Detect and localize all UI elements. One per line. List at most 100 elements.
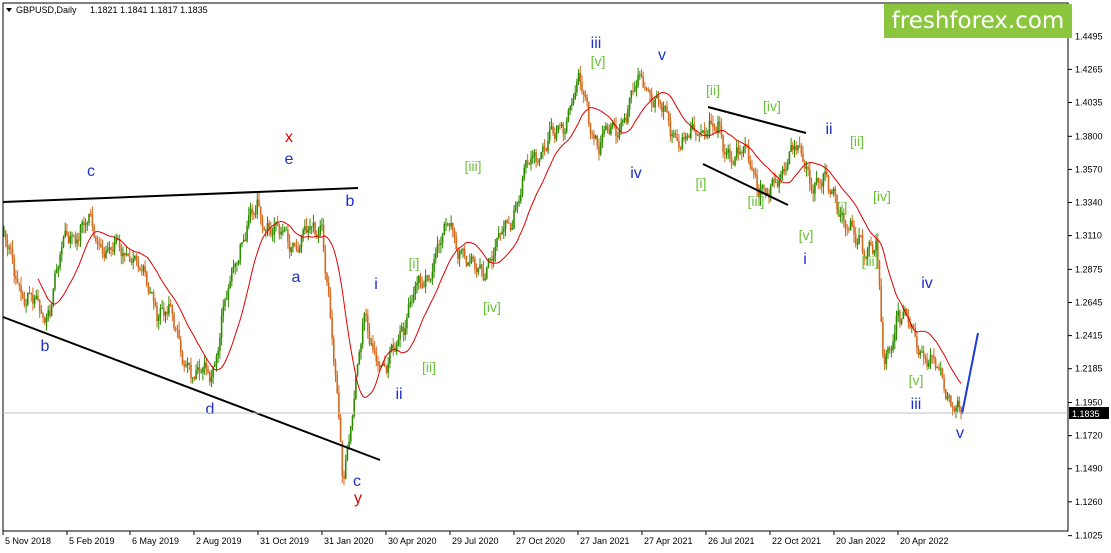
candle-body — [361, 322, 364, 345]
candle-body — [74, 235, 77, 244]
dropdown-triangle-icon[interactable] — [6, 8, 12, 12]
candle-body — [790, 145, 792, 152]
candle-body — [407, 304, 410, 318]
candle-body — [443, 224, 446, 235]
candle-body — [101, 246, 104, 254]
candle-body — [734, 157, 736, 166]
candle-body — [671, 134, 673, 137]
time-tick-label: 27 Oct 2020 — [516, 536, 565, 546]
candle-body — [681, 137, 684, 150]
candle-body — [781, 168, 784, 175]
price-tick-label: 1.1720 — [1075, 431, 1103, 441]
brand-logo[interactable]: freshforex.com — [884, 4, 1072, 38]
candle-body — [112, 249, 114, 252]
candle-body — [547, 140, 549, 152]
candle-body — [253, 213, 255, 215]
candle-body — [477, 268, 480, 273]
candle-body — [853, 225, 855, 235]
candle-body — [106, 249, 109, 251]
candle-body — [220, 315, 223, 338]
candle-body — [666, 106, 668, 113]
brand-logo-text: freshforex.com — [891, 8, 1065, 34]
price-tick-label: 1.2875 — [1075, 264, 1103, 274]
candle-body — [446, 223, 449, 225]
wave-label: i — [803, 251, 807, 268]
candle-body — [696, 135, 699, 137]
candle-body — [752, 169, 755, 173]
price-chart: cxebabdcyiii[i][ii][iii][iv]iii[v]ivv[ii… — [2, 2, 1109, 546]
time-tick-label: 5 Nov 2018 — [5, 536, 51, 546]
candle-body — [822, 173, 825, 187]
candle-body — [259, 206, 262, 217]
wave-label: iv — [921, 275, 933, 292]
candle-body — [846, 228, 848, 230]
candle-body — [25, 304, 27, 306]
candle-body — [737, 147, 740, 154]
candle-body — [727, 149, 729, 153]
candle-body — [285, 229, 287, 231]
candle-body — [950, 395, 952, 407]
candle-body — [164, 311, 167, 316]
candle-body — [511, 228, 514, 231]
time-tick-label: 29 Jul 2020 — [452, 536, 499, 546]
candle-body — [61, 246, 63, 255]
candle-body — [644, 87, 646, 89]
candle-body — [537, 161, 539, 163]
candle-body — [622, 120, 624, 123]
candle-body — [66, 230, 68, 236]
triangle-upper-line — [2, 187, 359, 203]
candle-body — [50, 305, 53, 316]
time-tick-label: 30 Apr 2020 — [388, 536, 437, 546]
time-tick-label: 26 Jul 2021 — [708, 536, 755, 546]
candle-body — [951, 406, 954, 408]
candle-body — [707, 133, 709, 135]
candle-body — [523, 167, 525, 179]
candle-body — [69, 236, 72, 243]
candle-body — [899, 310, 901, 324]
candle-body — [84, 224, 87, 226]
candle-body — [207, 368, 209, 373]
candle-body — [472, 256, 474, 259]
candle-body — [343, 475, 345, 479]
candle-body — [23, 298, 26, 305]
candle-body — [916, 336, 918, 349]
candle-body — [435, 252, 437, 259]
candle-body — [40, 310, 43, 314]
candle-body — [438, 244, 440, 246]
candle-body — [560, 124, 563, 126]
wave-label: b — [41, 338, 50, 355]
candle-body — [509, 223, 512, 231]
candle-body — [15, 275, 17, 279]
candle-body — [412, 294, 415, 302]
candle-body — [404, 328, 406, 336]
candle-body — [593, 134, 595, 139]
wave-label: a — [292, 269, 301, 286]
candle-body — [712, 123, 714, 127]
candle-body — [596, 135, 599, 147]
candle-body — [888, 347, 891, 351]
candle-body — [538, 159, 541, 163]
candle-body — [890, 349, 893, 351]
candle-body — [193, 377, 196, 379]
wave-label: x — [285, 129, 293, 146]
candle-body — [178, 330, 180, 340]
candle-body — [735, 147, 738, 158]
candle-body — [174, 327, 177, 330]
candle-body — [941, 368, 944, 379]
candle-body — [722, 135, 724, 152]
candle-body — [829, 190, 831, 194]
price-axis: 1.4495 1.4265 1.4035 1.3800 1.3570 1.3340 1.31… — [1068, 31, 1103, 541]
candle-body — [409, 301, 412, 305]
candle-body — [200, 372, 202, 374]
candle-body — [147, 285, 150, 293]
candle-body — [159, 308, 162, 317]
wave-label: [iv] — [873, 188, 891, 204]
wave-label: [v] — [799, 227, 814, 243]
candle-body — [892, 341, 894, 350]
candle-body — [486, 266, 488, 279]
candle-body — [8, 247, 10, 249]
candle-body — [528, 164, 531, 166]
candle-body — [326, 273, 328, 283]
candle-body — [197, 367, 199, 371]
candle-body — [186, 362, 189, 365]
